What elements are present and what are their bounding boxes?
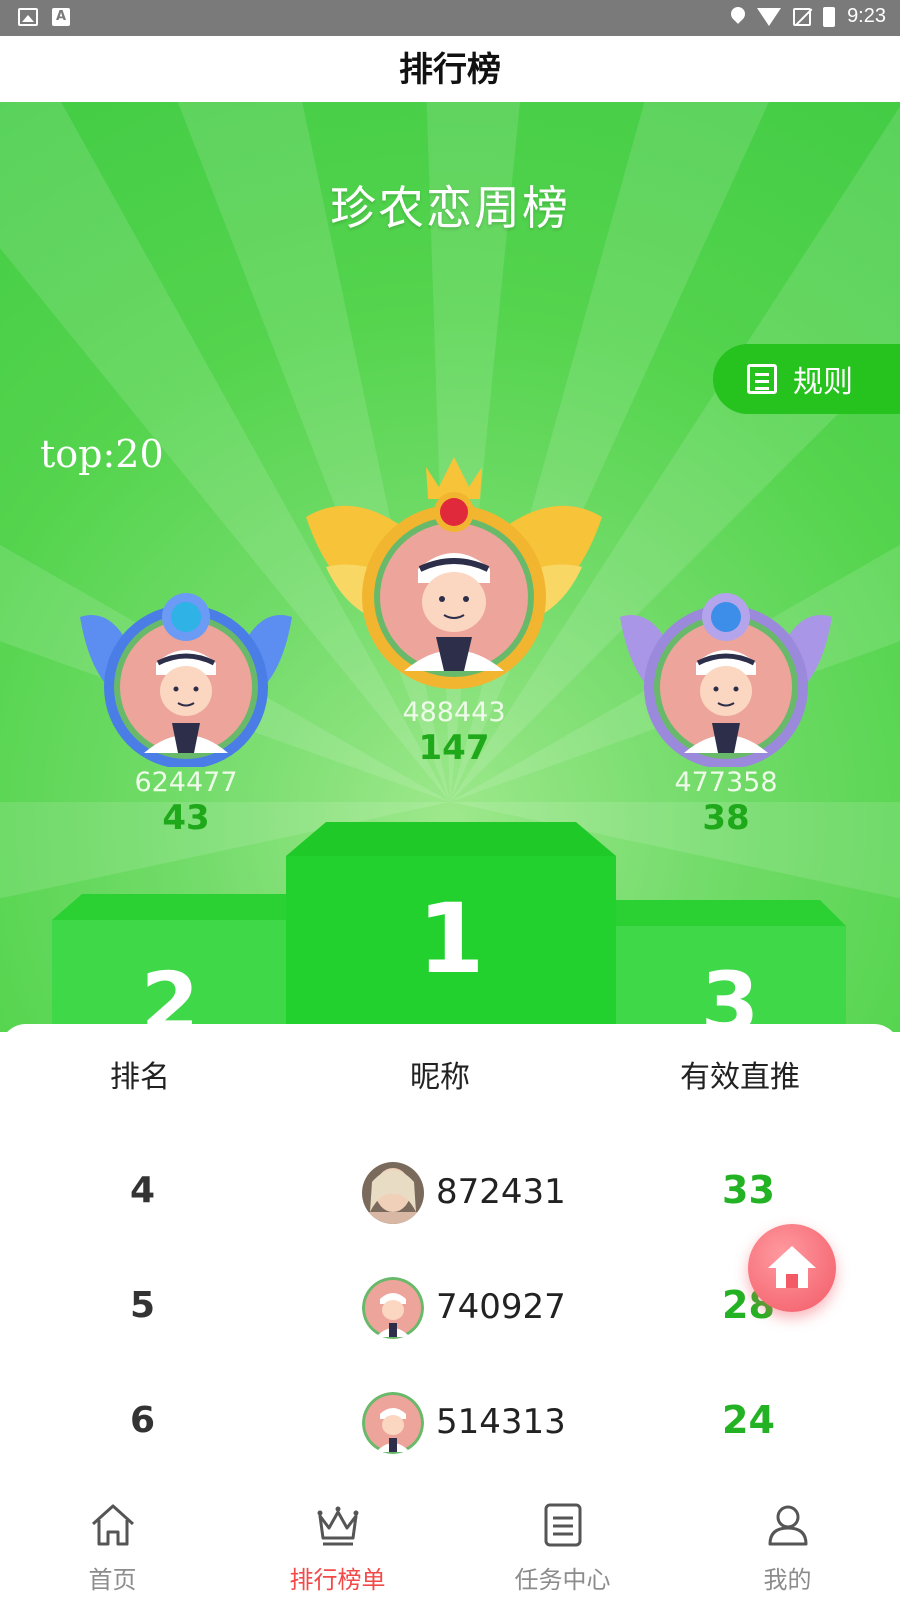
- document-icon: [747, 364, 777, 394]
- first-score: 147: [418, 728, 490, 768]
- row-nickname: 872431: [436, 1172, 566, 1212]
- second-block-label: 2: [141, 954, 199, 1032]
- blue-badge-frame-icon: [80, 593, 292, 769]
- cartoon-avatar: [362, 1392, 424, 1454]
- row-rank: 4: [130, 1170, 156, 1211]
- rules-label: 规则: [793, 365, 853, 400]
- row-rank: 6: [130, 1400, 156, 1441]
- wifi-icon: [757, 7, 782, 26]
- first-avatar-frame: [296, 457, 612, 697]
- first-uid: 488443: [402, 697, 506, 728]
- third-block-top: [616, 900, 846, 926]
- board-title: 珍农恋周榜: [330, 181, 570, 235]
- first-block-label: 1: [418, 883, 485, 995]
- second-avatar-frame: [80, 577, 292, 769]
- home-icon: [768, 1246, 816, 1288]
- home-icon: [91, 1504, 134, 1546]
- floating-home-button[interactable]: [748, 1224, 836, 1312]
- cartoon-avatar: [362, 1277, 424, 1339]
- nav-profile[interactable]: 我的: [675, 1484, 900, 1600]
- header-rank: 排名: [110, 1060, 170, 1095]
- nav-profile-label: 我的: [763, 1566, 812, 1594]
- photo-avatar: [362, 1162, 424, 1224]
- user-icon: [768, 1505, 807, 1546]
- table-row[interactable]: 4 872431 33: [0, 1154, 900, 1234]
- page-title: 排行榜: [399, 51, 501, 89]
- nav-leaderboard-label: 排行榜单: [289, 1566, 386, 1594]
- first-block-top: [286, 822, 616, 856]
- task-list-icon: [544, 1503, 581, 1547]
- third-uid: 477358: [674, 767, 778, 798]
- row-effective: 24: [722, 1398, 775, 1442]
- header-effective: 有效直推: [680, 1060, 800, 1095]
- status-time: 9:23: [847, 5, 886, 27]
- status-bar: A 9:23: [0, 0, 900, 36]
- top-count-label: top:20: [40, 432, 164, 476]
- podium-first[interactable]: 488443 147: [296, 457, 612, 768]
- podium-second[interactable]: 624477 43: [80, 577, 292, 838]
- row-rank: 5: [130, 1285, 156, 1326]
- podium-third[interactable]: 477358 38: [620, 577, 832, 838]
- second-uid: 624477: [134, 767, 238, 798]
- nav-home-label: 首页: [88, 1566, 137, 1594]
- status-left: A: [18, 8, 70, 26]
- table-row[interactable]: 6 514313 24: [0, 1384, 900, 1464]
- nav-task-center[interactable]: 任务中心: [450, 1484, 675, 1600]
- podium-blocks: 1 2 3: [52, 822, 846, 1032]
- crown-icon: [317, 1506, 358, 1546]
- third-avatar-frame: [620, 577, 832, 769]
- status-right: 9:23: [731, 5, 886, 28]
- gold-crown-frame-icon: [306, 457, 602, 689]
- table-header: 排名 昵称 有效直推: [0, 1052, 900, 1096]
- no-sim-icon: [793, 7, 812, 26]
- row-nickname: 740927: [436, 1287, 566, 1327]
- bottom-nav: 首页 排行榜单 任务中心 我的: [0, 1484, 900, 1600]
- leaderboard-hero: 珍农恋周榜 规则 top:20 488443 147 624477 43 477…: [0, 102, 900, 1032]
- nav-home[interactable]: 首页: [0, 1484, 225, 1600]
- title-bar: 排行榜: [0, 36, 900, 102]
- third-block-label: 3: [701, 954, 759, 1032]
- second-block-top: [52, 894, 290, 920]
- row-nickname: 514313: [436, 1402, 566, 1442]
- nav-task-center-label: 任务中心: [514, 1566, 611, 1594]
- purple-badge-frame-icon: [620, 593, 832, 769]
- location-icon: [731, 7, 745, 27]
- image-icon: [18, 8, 38, 26]
- battery-charging-icon: [823, 6, 836, 27]
- rules-button[interactable]: 规则: [713, 344, 900, 414]
- header-nickname: 昵称: [410, 1060, 470, 1095]
- row-effective: 33: [722, 1168, 775, 1212]
- a-icon: A: [52, 8, 70, 26]
- nav-leaderboard[interactable]: 排行榜单: [225, 1484, 450, 1600]
